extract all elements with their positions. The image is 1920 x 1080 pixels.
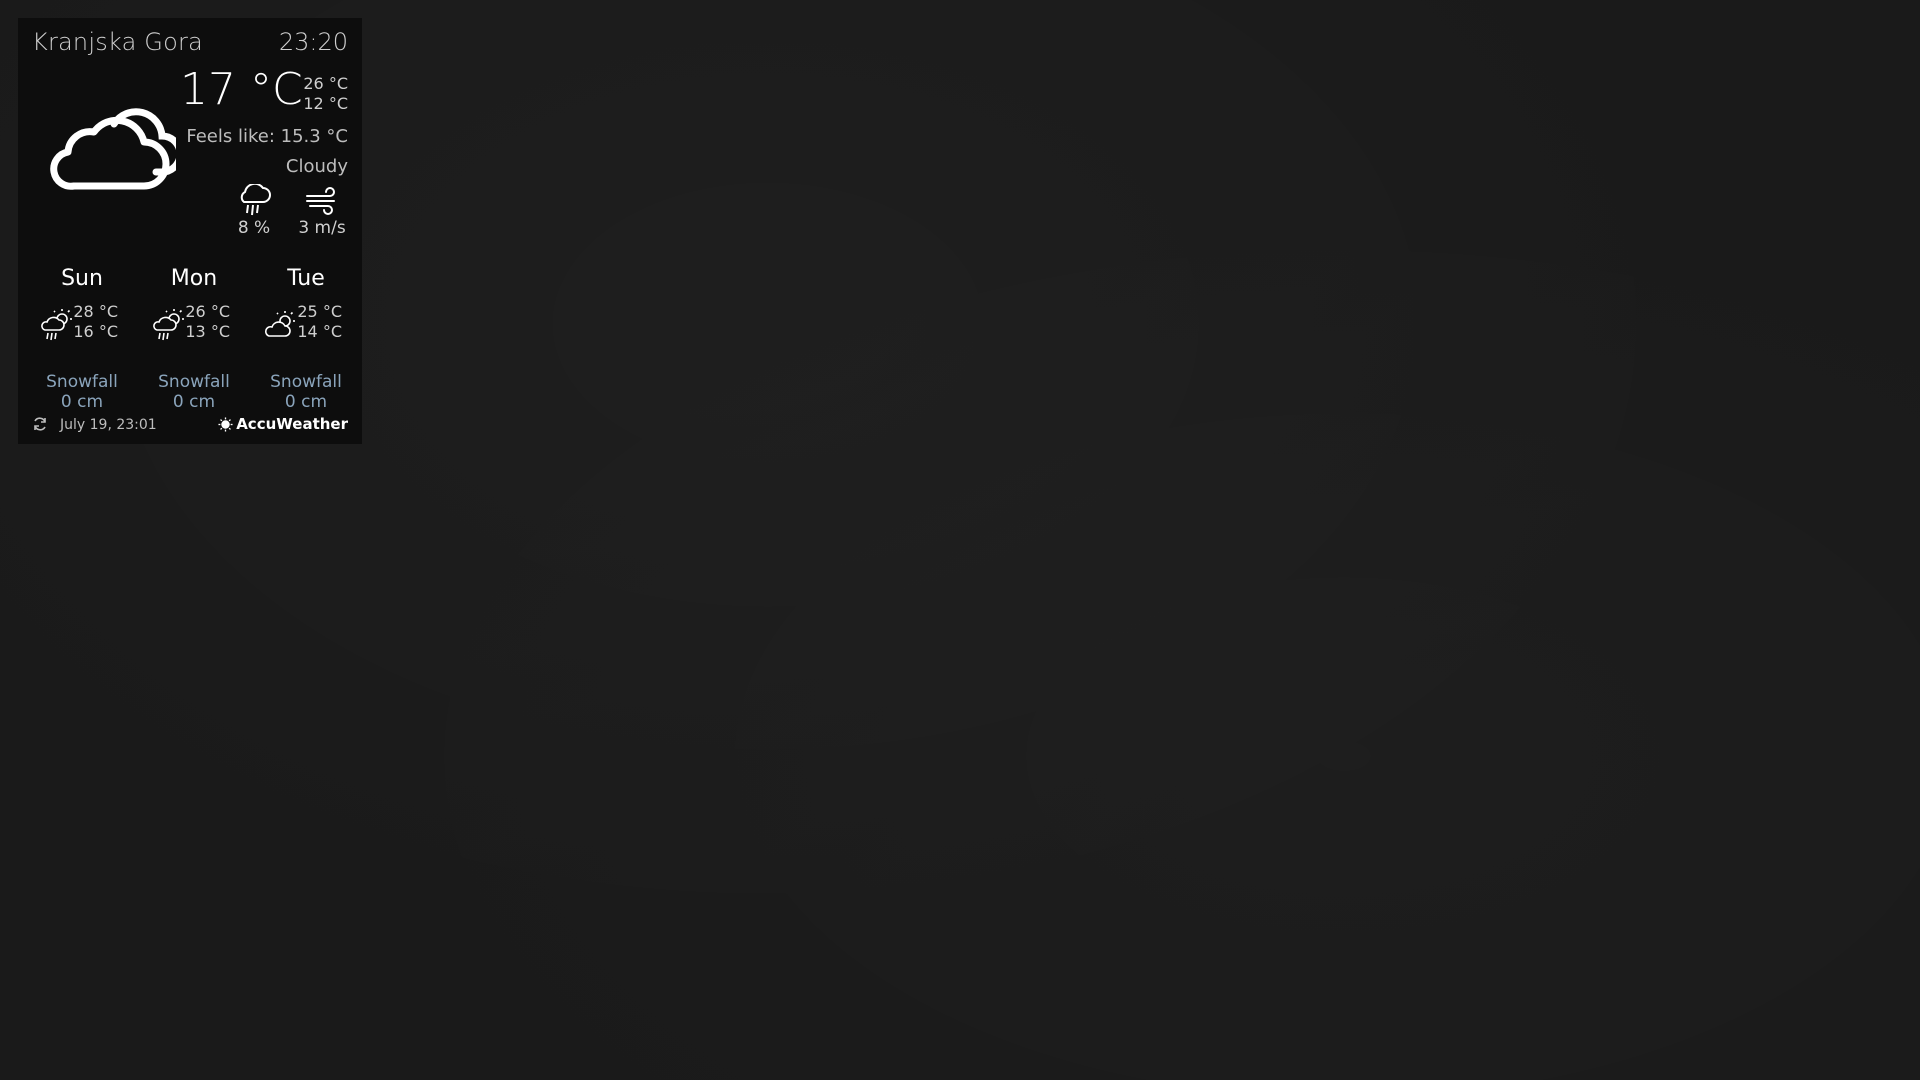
feels-like: Feels like: 15.3 °C [186, 126, 348, 147]
wind-value: 3 m/s [298, 218, 346, 238]
snowfall-label: Snowfall [46, 372, 118, 392]
widget-footer: July 19, 23:01 AccuWeather [32, 414, 348, 438]
forecast-low: 16 °C [73, 322, 118, 341]
forecast-temps: 26 °C 13 °C [185, 302, 230, 342]
forecast-high: 26 °C [185, 302, 230, 321]
snowfall-label: Snowfall [158, 372, 230, 392]
weather-widget: Kranjska Gora 23:20 17 °C 26 °C 12 °C Fe… [18, 18, 362, 444]
forecast-temps: 28 °C 16 °C [73, 302, 118, 342]
forecast-day: Mon 26 °C 13 °C Snowfall 0 cm [144, 266, 244, 416]
wind-icon [306, 187, 335, 215]
snowfall-label: Snowfall [270, 372, 342, 392]
daily-forecast: Sun 28 °C 16 °C Snowfall 0 cm Mon 26 °C … [32, 266, 362, 416]
snowfall-value: 0 cm [60, 392, 104, 412]
current-temperature: 17 °C [180, 64, 303, 115]
forecast-temps: 25 °C 14 °C [297, 302, 342, 342]
widget-header: Kranjska Gora 23:20 [32, 28, 348, 64]
brand-name: AccuWeather [236, 415, 348, 433]
forecast-high: 28 °C [73, 302, 118, 321]
clock-time: 23:20 [278, 28, 348, 56]
current-high-low: 26 °C 12 °C [303, 74, 348, 114]
sun-rain-icon [41, 309, 72, 341]
rain-cloud-icon [240, 184, 271, 216]
precipitation-value: 8 % [237, 218, 271, 238]
current-high: 26 °C [303, 74, 348, 93]
forecast-day: Tue 25 °C 14 °C Snowfall 0 cm [256, 266, 356, 416]
weather-condition: Cloudy [285, 156, 348, 177]
wind-stat: 3 m/s [292, 184, 352, 238]
forecast-high: 25 °C [297, 302, 342, 321]
precipitation-stat: 8 % [224, 184, 284, 238]
sun-rain-icon [153, 309, 184, 341]
last-updated: July 19, 23:01 [60, 417, 157, 433]
sun-cloud-icon [265, 311, 295, 337]
refresh-icon[interactable] [32, 416, 48, 432]
snowfall-value: 0 cm [172, 392, 216, 412]
location-name: Kranjska Gora [32, 28, 203, 56]
forecast-day-name: Sun [61, 266, 103, 291]
forecast-day-name: Mon [170, 266, 218, 291]
snowfall-value: 0 cm [284, 392, 328, 412]
current-low: 12 °C [303, 94, 348, 113]
sun-logo-icon [218, 416, 233, 432]
cloud-icon [50, 108, 176, 190]
accuweather-logo: AccuWeather [218, 415, 348, 433]
forecast-low: 14 °C [297, 322, 342, 341]
forecast-day: Sun 28 °C 16 °C Snowfall 0 cm [32, 266, 132, 416]
forecast-day-name: Tue [287, 266, 325, 291]
forecast-low: 13 °C [185, 322, 230, 341]
